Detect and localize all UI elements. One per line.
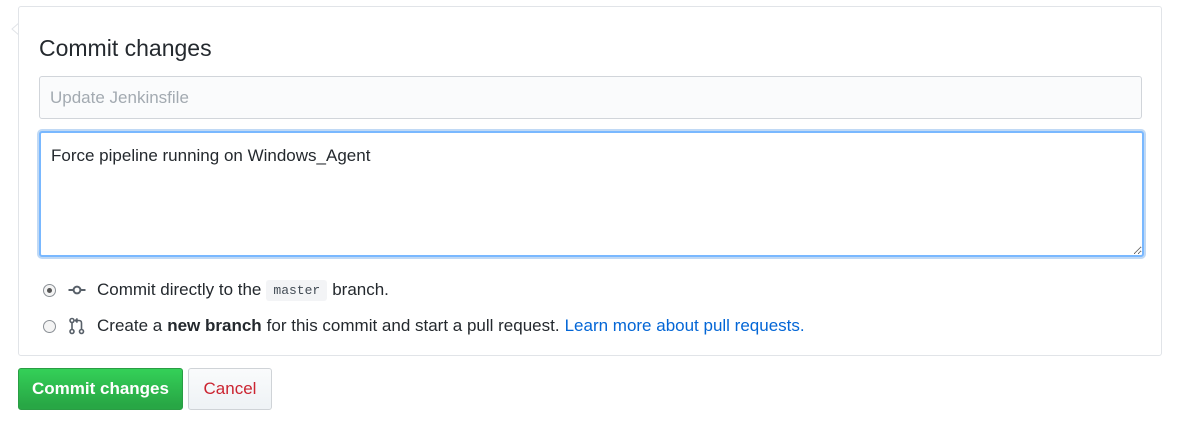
new-branch-text-before: Create a bbox=[97, 316, 163, 335]
git-pull-request-icon bbox=[69, 317, 85, 335]
new-branch-option[interactable]: Create a new branch for this commit and … bbox=[43, 314, 805, 338]
new-branch-bold-text: new branch bbox=[167, 316, 262, 335]
commit-direct-text-before: Commit directly to the bbox=[97, 280, 262, 299]
commit-description-textarea[interactable]: Force pipeline running on Windows_Agent bbox=[39, 131, 1144, 257]
commit-form-panel: Commit changes Force pipeline running on… bbox=[18, 6, 1162, 356]
cancel-button[interactable]: Cancel bbox=[188, 368, 272, 410]
commit-direct-radio[interactable] bbox=[43, 283, 56, 297]
git-commit-icon bbox=[68, 285, 86, 295]
new-branch-text-after: for this commit and start a pull request… bbox=[266, 316, 560, 335]
branch-name-badge: master bbox=[266, 279, 328, 301]
commit-direct-option[interactable]: Commit directly to the master branch. bbox=[43, 278, 389, 302]
commit-changes-button[interactable]: Commit changes bbox=[18, 368, 183, 410]
commit-summary-input[interactable] bbox=[39, 76, 1142, 119]
new-branch-radio[interactable] bbox=[43, 319, 56, 333]
pull-requests-help-link[interactable]: Learn more about pull requests. bbox=[565, 316, 805, 336]
commit-direct-text-after: branch. bbox=[332, 280, 389, 299]
commit-form-title: Commit changes bbox=[39, 35, 212, 61]
